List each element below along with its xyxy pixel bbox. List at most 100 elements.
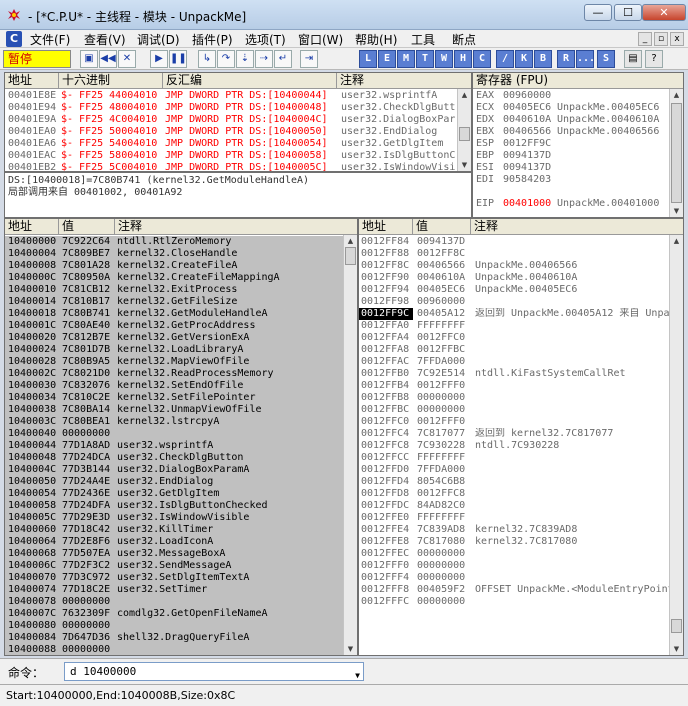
- disasm-header-disasm[interactable]: 反汇编: [163, 73, 337, 89]
- disasm-row[interactable]: 00401EA0 $- FF25 50004010 JMP DWORD PTR DS…: [5, 126, 471, 138]
- executables-button[interactable]: E: [378, 50, 396, 68]
- dump-row[interactable]: 1040002C 7C8021D0 kernel32.ReadProcessMemo…: [5, 368, 357, 380]
- disasm-row[interactable]: 00401EAC $- FF25 58004010 JMP DWORD PTR DS…: [5, 150, 471, 162]
- disasm-row[interactable]: 00401E9A $- FF25 4C004010 JMP DWORD PTR DS…: [5, 114, 471, 126]
- menu-plugins[interactable]: 插件(P): [192, 31, 233, 48]
- stack-row[interactable]: 0012FFE4 7C839AD8 kernel32.7C839AD8: [359, 524, 683, 536]
- scroll-thumb[interactable]: [671, 103, 682, 203]
- chevron-down-icon[interactable]: ▼: [355, 667, 360, 684]
- stack-row[interactable]: 0012FFC4 7C817077 返回到 kernel32.7C817077: [359, 428, 683, 440]
- execute-till-return-icon[interactable]: ↵: [274, 50, 292, 68]
- stack-row[interactable]: 0012FFE8 7C817080 kernel32.7C817080: [359, 536, 683, 548]
- disasm-header-address[interactable]: 地址: [5, 73, 59, 89]
- call-stack-button[interactable]: K: [515, 50, 533, 68]
- stack-row[interactable]: 0012FF88 0012FF8C: [359, 248, 683, 260]
- dump-row[interactable]: 1040001C 7C80AE40 kernel32.GetProcAddress: [5, 320, 357, 332]
- dump-row[interactable]: 10400038 7C80BA14 kernel32.UnmapViewOfFile: [5, 404, 357, 416]
- dump-row[interactable]: 10400004 7C809BE7 kernel32.CloseHandle: [5, 248, 357, 260]
- stack-row[interactable]: 0012FFE0 FFFFFFFF: [359, 512, 683, 524]
- menu-file[interactable]: 文件(F): [30, 31, 70, 48]
- dump-row[interactable]: 10400060 77D18C42 user32.KillTimer: [5, 524, 357, 536]
- run-trace-button[interactable]: ...: [576, 50, 595, 68]
- stack-row[interactable]: 0012FFD0 7FFDA000: [359, 464, 683, 476]
- stack-row[interactable]: 0012FF8C 00406566 UnpackMe.00406566: [359, 260, 683, 272]
- register-row[interactable]: EAX 00960000: [473, 90, 683, 102]
- menu-view[interactable]: 查看(V): [84, 31, 126, 48]
- stack-row[interactable]: 0012FFA4 0012FFC0: [359, 332, 683, 344]
- dump-row[interactable]: 10400078 00000000: [5, 596, 357, 608]
- disassembly-pane[interactable]: 地址 十六进制 反汇编 注释 00401E8E $- FF25 44004010 J…: [4, 72, 472, 172]
- registers-pane[interactable]: 寄存器 (FPU) EAX 00960000 ECX 00405EC6 UnpackMe…: [472, 72, 684, 218]
- stack-row[interactable]: 0012FFC0 0012FFF0: [359, 416, 683, 428]
- patches-button[interactable]: /: [496, 50, 514, 68]
- scroll-up-icon[interactable]: ▲: [671, 89, 682, 101]
- dump-row[interactable]: 1040005C 77D29E3D user32.IsWindowVisible: [5, 512, 357, 524]
- dump-row[interactable]: 10400018 7C80B741 kernel32.GetModuleHandle…: [5, 308, 357, 320]
- stack-row[interactable]: 0012FFA0 FFFFFFFF: [359, 320, 683, 332]
- scroll-thumb[interactable]: [345, 247, 356, 265]
- dump-row[interactable]: 10400040 00000000: [5, 428, 357, 440]
- windows-button[interactable]: W: [435, 50, 453, 68]
- pause-icon[interactable]: ❚❚: [169, 50, 187, 68]
- register-row[interactable]: EBP 0094137D: [473, 150, 683, 162]
- stack-pane[interactable]: 地址 值 注释 0012FF84 0094137D 0012FF88 0012FF8C…: [358, 218, 684, 656]
- menu-options[interactable]: 选项(T): [245, 31, 286, 48]
- stack-scrollbar[interactable]: ▲ ▼: [669, 235, 683, 655]
- disasm-header-comment[interactable]: 注释: [337, 73, 471, 89]
- handles-button[interactable]: H: [454, 50, 472, 68]
- dump-row[interactable]: 1040003C 7C80BEA1 kernel32.lstrcpyA: [5, 416, 357, 428]
- disasm-row[interactable]: 00401EA6 $- FF25 54004010 JMP DWORD PTR DS…: [5, 138, 471, 150]
- maximize-button[interactable]: ☐: [614, 4, 642, 21]
- register-row[interactable]: ECX 00405EC6 UnpackMe.00405EC6: [473, 102, 683, 114]
- dump-row[interactable]: 1040006C 77D2F3C2 user32.SendMessageA: [5, 560, 357, 572]
- dump-row[interactable]: 10400028 7C80B9A5 kernel32.MapViewOfFile: [5, 356, 357, 368]
- dump-row[interactable]: 10400088 00000000: [5, 644, 357, 655]
- register-row[interactable]: ESI 0094137D: [473, 162, 683, 174]
- dump-row[interactable]: 10400084 7D647D36 shell32.DragQueryFileA: [5, 632, 357, 644]
- stack-row[interactable]: 0012FFAC 7FFDA000: [359, 356, 683, 368]
- dump-row[interactable]: 10400068 77D507EA user32.MessageBoxA: [5, 548, 357, 560]
- references-button[interactable]: R: [557, 50, 575, 68]
- dump-row[interactable]: 1040000C 7C80950A kernel32.CreateFileMappi…: [5, 272, 357, 284]
- options-icon[interactable]: ▤: [624, 50, 642, 68]
- dump-row[interactable]: 10400020 7C812B7E kernel32.GetVersionExA: [5, 332, 357, 344]
- disasm-row[interactable]: 00401E8E $- FF25 44004010 JMP DWORD PTR DS…: [5, 90, 471, 102]
- menu-breakpoints[interactable]: 断点: [452, 31, 476, 48]
- register-row[interactable]: [473, 210, 683, 217]
- dump-row[interactable]: 10400044 77D1A8AD user32.wsprintfA: [5, 440, 357, 452]
- menu-debug[interactable]: 调试(D): [137, 31, 180, 48]
- scroll-thumb[interactable]: [671, 619, 682, 633]
- step-over-icon[interactable]: ↷: [217, 50, 235, 68]
- stack-row[interactable]: 0012FF98 00960000: [359, 296, 683, 308]
- scroll-down-icon[interactable]: ▼: [345, 643, 356, 655]
- disasm-row[interactable]: 00401E94 $- FF25 48004010 JMP DWORD PTR DS…: [5, 102, 471, 114]
- stack-row[interactable]: 0012FFFC 00000000: [359, 596, 683, 608]
- menu-window[interactable]: 窗口(W): [298, 31, 343, 48]
- memory-map-button[interactable]: M: [397, 50, 415, 68]
- dump-header-value[interactable]: 值: [59, 219, 115, 235]
- stack-row[interactable]: 0012FFC8 7C930228 ntdll.7C930228: [359, 440, 683, 452]
- trace-over-icon[interactable]: ⇢: [255, 50, 273, 68]
- goto-icon[interactable]: ⇥: [300, 50, 318, 68]
- dump-row[interactable]: 10400048 77D24DCA user32.CheckDlgButton: [5, 452, 357, 464]
- dump-row[interactable]: 10400030 7C832076 kernel32.SetEndOfFile: [5, 380, 357, 392]
- stack-row[interactable]: 0012FFD4 8054C6B8: [359, 476, 683, 488]
- log-window-button[interactable]: L: [359, 50, 377, 68]
- step-into-icon[interactable]: ↳: [198, 50, 216, 68]
- dump-pane[interactable]: 地址 值 注释 10400000 7C922C64 ntdll.RtlZeroMem…: [4, 218, 358, 656]
- stack-row[interactable]: 0012FFF0 00000000: [359, 560, 683, 572]
- stack-row[interactable]: 0012FFEC 00000000: [359, 548, 683, 560]
- dump-row[interactable]: 10400034 7C810C2E kernel32.SetFilePointer: [5, 392, 357, 404]
- mdi-close-icon[interactable]: x: [670, 32, 684, 46]
- dump-row[interactable]: 10400064 77D2E8F6 user32.LoadIconA: [5, 536, 357, 548]
- register-row[interactable]: EDX 0040610A UnpackMe.0040610A: [473, 114, 683, 126]
- menu-tools[interactable]: 工具: [411, 31, 435, 48]
- scroll-up-icon[interactable]: ▲: [459, 89, 470, 101]
- stack-header-value[interactable]: 值: [413, 219, 471, 235]
- stack-row[interactable]: 0012FFB8 00000000: [359, 392, 683, 404]
- disasm-row[interactable]: 00401EB2 $- FF25 5C004010 JMP DWORD PTR DS…: [5, 162, 471, 171]
- scroll-up-icon[interactable]: ▲: [345, 235, 356, 247]
- registers-scrollbar[interactable]: ▲ ▼: [669, 89, 683, 217]
- mdi-restore-icon[interactable]: ▫: [654, 32, 668, 46]
- stack-row[interactable]: 0012FFF8 004059F2 OFFSET UnpackMe.<ModuleE…: [359, 584, 683, 596]
